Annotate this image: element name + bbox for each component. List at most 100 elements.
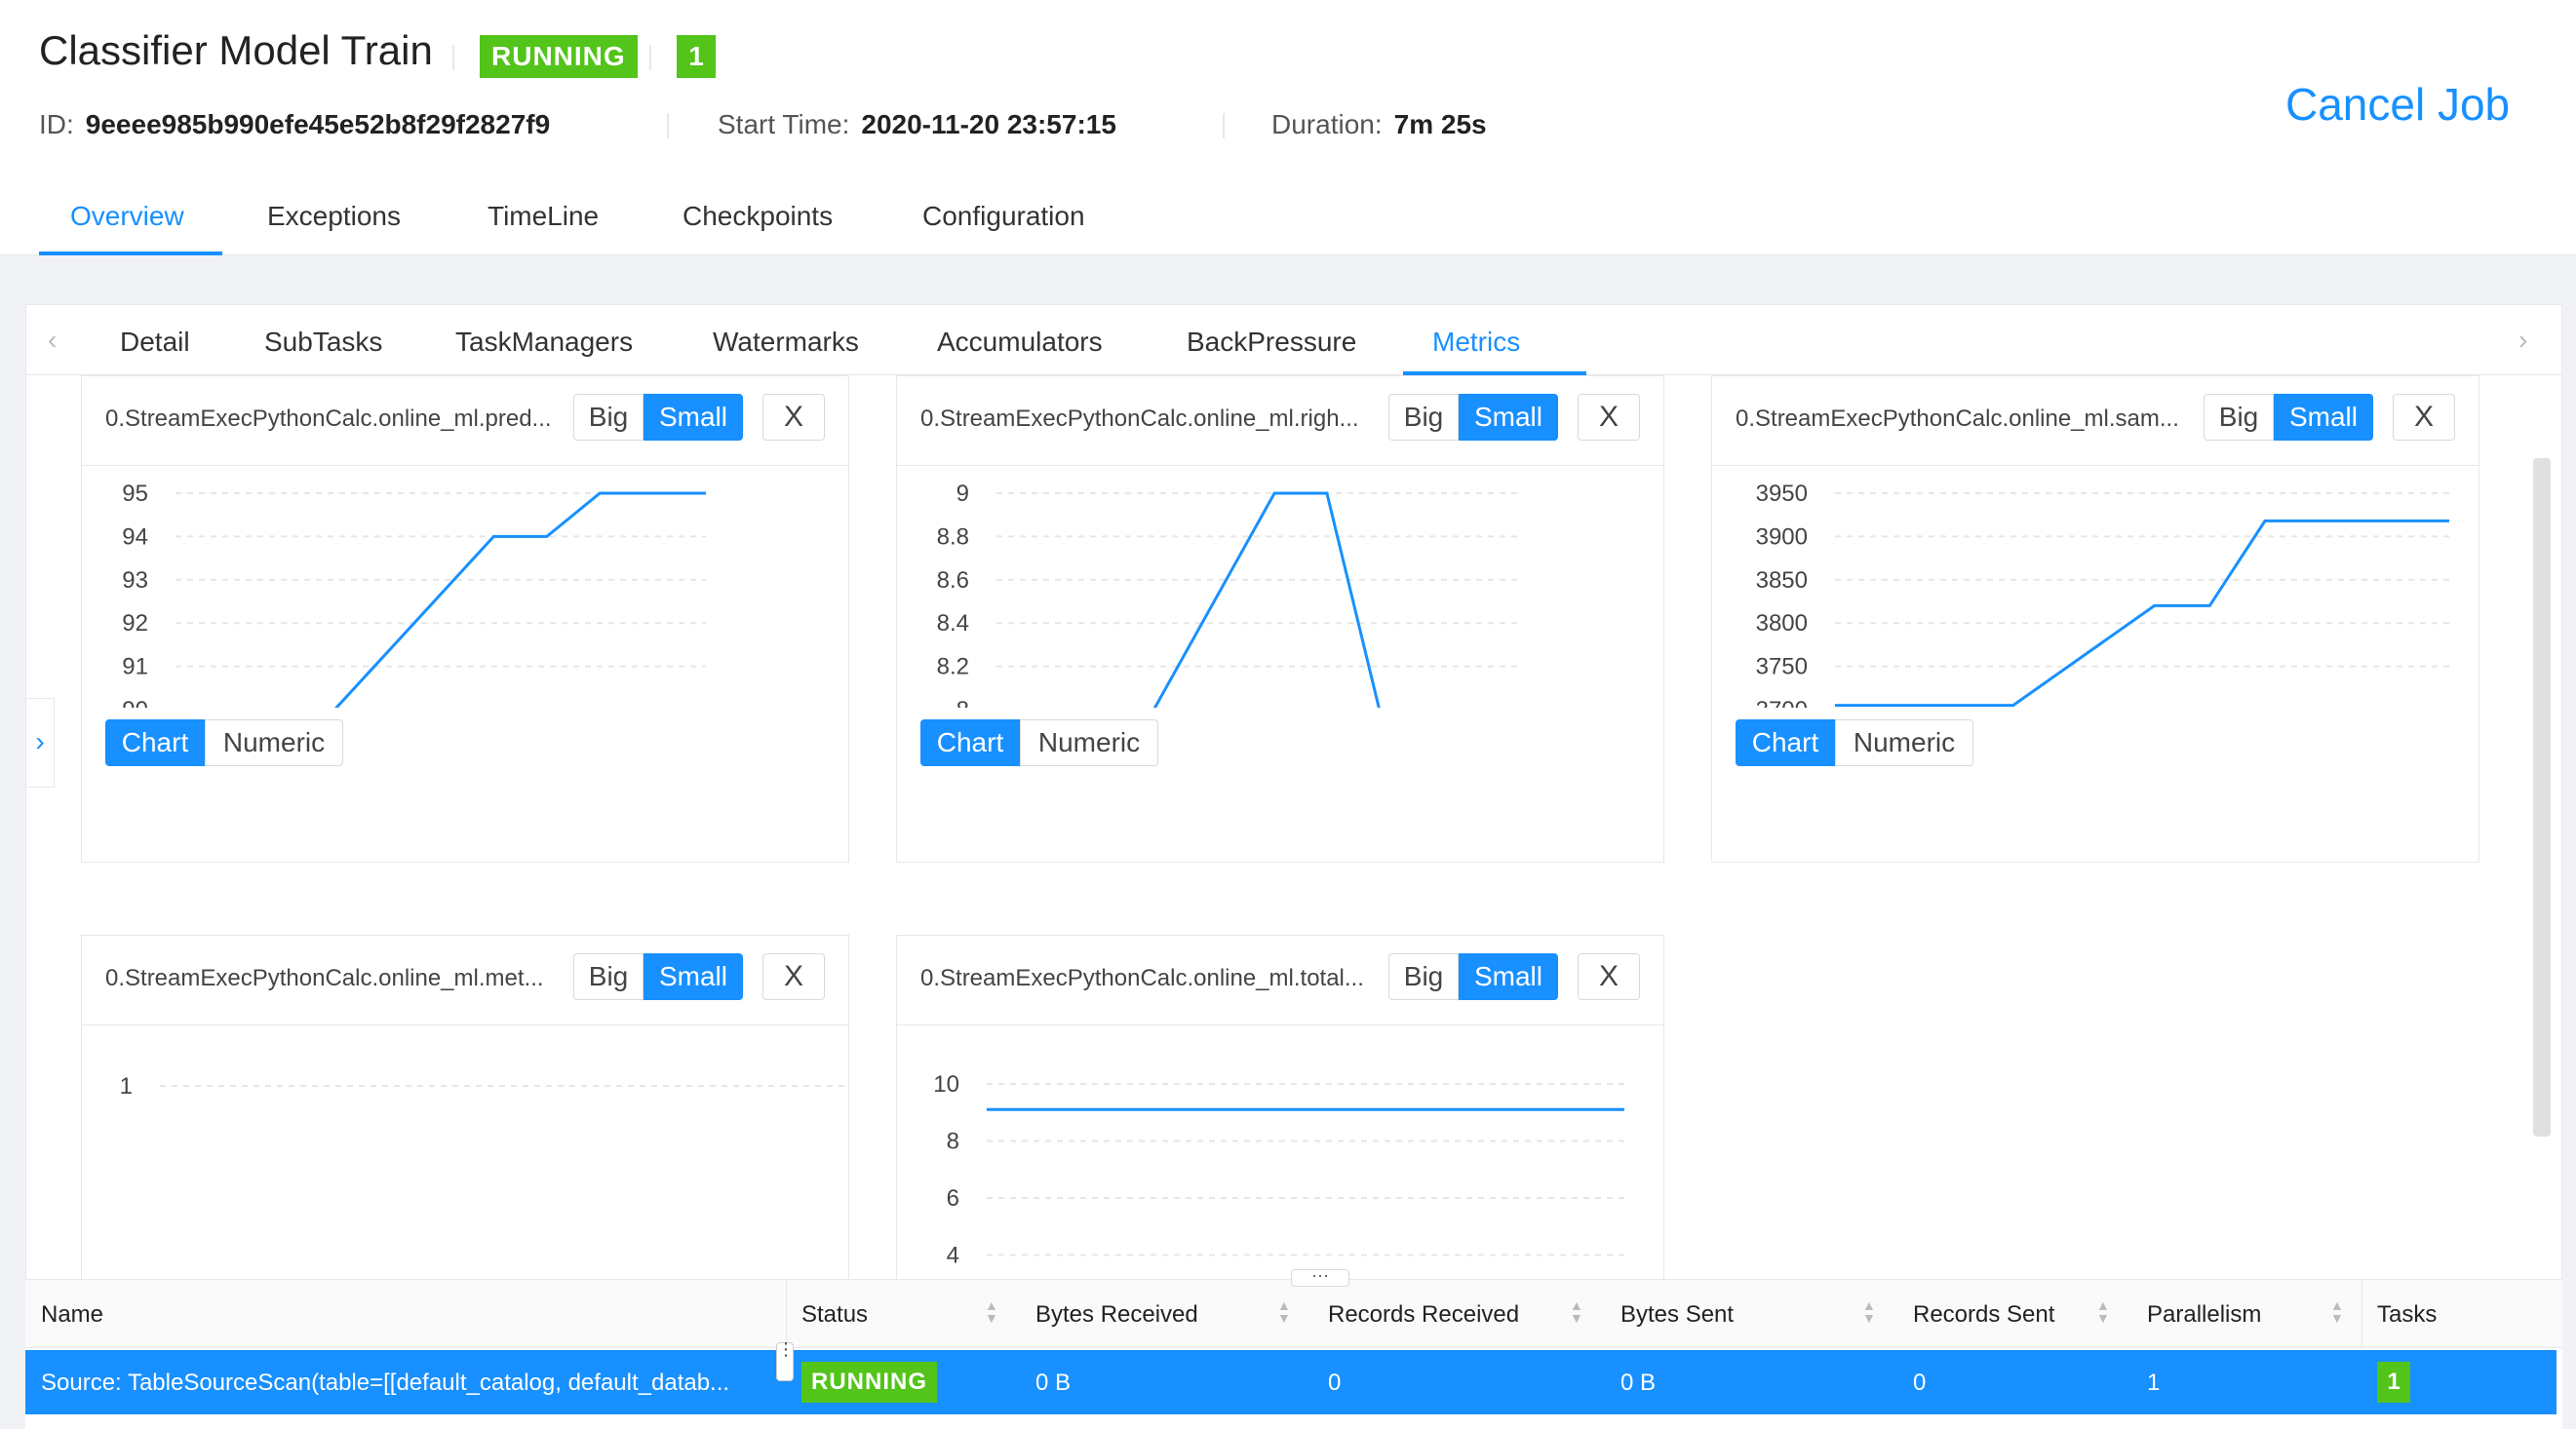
metric-card-header: 0.StreamExecPythonCalc.online_ml.pred...… — [82, 376, 848, 466]
column-header-tasks[interactable]: Tasks — [2377, 1301, 2437, 1329]
column-header-records-received[interactable]: Records Received — [1328, 1301, 1519, 1329]
close-icon[interactable]: X — [762, 394, 825, 441]
subtab-detail[interactable]: Detail — [120, 327, 190, 358]
metric-name: 0.StreamExecPythonCalc.online_ml.met... — [105, 965, 544, 991]
subtab-metrics[interactable]: Metrics — [1432, 327, 1520, 358]
y-tick-label: 8.6 — [937, 567, 969, 594]
chart-view-button[interactable]: Chart — [920, 719, 1020, 766]
big-button[interactable]: Big — [573, 953, 644, 1000]
sort-icon[interactable]: ▲ ▼ — [2330, 1298, 2344, 1325]
tab-configuration[interactable]: Configuration — [922, 201, 1085, 232]
job-start-time: Start Time: 2020-11-20 23:57:15 — [718, 109, 1116, 140]
tab-overview[interactable]: Overview — [70, 201, 184, 232]
y-tick-label: 8.8 — [937, 523, 969, 550]
chart-view-button[interactable]: Chart — [1736, 719, 1835, 766]
subtab-backpressure[interactable]: BackPressure — [1187, 327, 1356, 358]
metric-chart: 1 — [120, 1073, 846, 1100]
metric-card-header: 0.StreamExecPythonCalc.online_ml.sam... … — [1712, 376, 2478, 466]
small-button[interactable]: Small — [644, 394, 743, 441]
metric-card-header: 0.StreamExecPythonCalc.online_ml.total..… — [897, 936, 1663, 1025]
column-header-name[interactable]: Name — [41, 1301, 103, 1329]
divider — [452, 45, 454, 70]
y-tick-label: 3900 — [1756, 523, 1808, 550]
sort-icon[interactable]: ▲ ▼ — [1862, 1298, 1876, 1325]
column-header-records-sent[interactable]: Records Sent — [1913, 1301, 2054, 1329]
numeric-view-button[interactable]: Numeric — [205, 719, 343, 766]
tasks-badge: 1 — [2377, 1362, 2410, 1403]
sort-icon[interactable]: ▲ ▼ — [985, 1298, 998, 1325]
tab-timeline[interactable]: TimeLine — [488, 201, 599, 232]
big-button[interactable]: Big — [573, 394, 644, 441]
chevron-right-icon[interactable]: › — [25, 698, 55, 788]
bytes-sent-value: 0 B — [1620, 1370, 1657, 1396]
y-tick-label: 6 — [947, 1185, 959, 1212]
y-tick-label: 94 — [122, 523, 148, 550]
tab-checkpoints[interactable]: Checkpoints — [683, 201, 833, 232]
sort-icon[interactable]: ▲ ▼ — [1277, 1298, 1291, 1325]
column-header-parallelism[interactable]: Parallelism — [2147, 1301, 2261, 1329]
y-tick-label: 3700 — [1756, 697, 1808, 708]
tab-active-indicator — [39, 251, 222, 255]
subtab-watermarks[interactable]: Watermarks — [713, 327, 859, 358]
y-tick-label: 4 — [947, 1243, 959, 1269]
numeric-view-button[interactable]: Numeric — [1020, 719, 1158, 766]
job-id-label: ID: — [39, 109, 74, 139]
y-tick-label: 8 — [956, 697, 969, 708]
panel-resize-handle[interactable]: ··· — [1291, 1266, 1349, 1287]
job-duration: Duration: 7m 25s — [1271, 109, 1487, 140]
tab-exceptions[interactable]: Exceptions — [267, 201, 401, 232]
y-tick-label: 90 — [122, 697, 148, 708]
cancel-job-button[interactable]: Cancel Job — [2285, 78, 2510, 131]
big-button[interactable]: Big — [1388, 394, 1459, 441]
numeric-view-button[interactable]: Numeric — [1835, 719, 1973, 766]
task-count-badge: 1 — [677, 35, 716, 78]
chart-view-button[interactable]: Chart — [105, 719, 205, 766]
sort-icon[interactable]: ▲ ▼ — [1570, 1298, 1583, 1325]
metric-chart: 98.88.68.48.2800:04:2000:04:31 — [937, 481, 1521, 708]
column-header-bytes-received[interactable]: Bytes Received — [1035, 1301, 1198, 1329]
column-header-bytes-sent[interactable]: Bytes Sent — [1620, 1301, 1734, 1329]
small-button[interactable]: Small — [1459, 394, 1558, 441]
table-header: Name Status ▲ ▼ Bytes Received ▲ ▼ Records… — [25, 1280, 2562, 1348]
y-tick-label: 92 — [122, 610, 148, 637]
duration-label: Duration: — [1271, 109, 1383, 139]
subtab-subtasks[interactable]: SubTasks — [264, 327, 382, 358]
subtab-accumulators[interactable]: Accumulators — [937, 327, 1103, 358]
job-id: ID: 9eeee985b990efe45e52b8f29f2827f9 — [39, 109, 550, 140]
big-button[interactable]: Big — [2204, 394, 2274, 441]
job-header: Classifier Model Train RUNNING 1 ID: 9eee… — [0, 0, 2576, 255]
subtab-taskmanagers[interactable]: TaskManagers — [455, 327, 633, 358]
column-resize-handle[interactable]: ⋮ — [776, 1340, 795, 1381]
series-line — [1152, 491, 1381, 708]
metric-name: 0.StreamExecPythonCalc.online_ml.righ... — [920, 406, 1359, 432]
chevron-left-icon[interactable]: ‹ — [48, 325, 57, 356]
y-tick-label: 3750 — [1756, 654, 1808, 680]
small-button[interactable]: Small — [644, 953, 743, 1000]
divider — [649, 45, 651, 70]
big-button[interactable]: Big — [1388, 953, 1459, 1000]
metric-card-header: 0.StreamExecPythonCalc.online_ml.righ...… — [897, 376, 1663, 466]
metric-card-header: 0.StreamExecPythonCalc.online_ml.met... … — [82, 936, 848, 1025]
job-title: Classifier Model Train — [39, 27, 433, 73]
small-button[interactable]: Small — [2274, 394, 2373, 441]
column-header-status[interactable]: Status — [801, 1301, 868, 1329]
start-time-label: Start Time: — [718, 109, 850, 139]
metric-name: 0.StreamExecPythonCalc.online_ml.total..… — [920, 965, 1364, 991]
series-line — [1835, 519, 2449, 708]
close-icon[interactable]: X — [1578, 394, 1640, 441]
y-tick-label: 3950 — [1756, 481, 1808, 507]
small-button[interactable]: Small — [1459, 953, 1558, 1000]
close-icon[interactable]: X — [1578, 953, 1640, 1000]
close-icon[interactable]: X — [762, 953, 825, 1000]
chevron-right-icon[interactable]: › — [2518, 325, 2527, 356]
sort-icon[interactable]: ▲ ▼ — [2096, 1298, 2110, 1325]
scrollbar[interactable] — [2533, 458, 2551, 1137]
metric-name: 0.StreamExecPythonCalc.online_ml.sam... — [1736, 406, 2179, 432]
y-tick-label: 3850 — [1756, 567, 1808, 594]
close-icon[interactable]: X — [2393, 394, 2455, 441]
y-tick-label: 91 — [122, 654, 148, 680]
y-tick-label: 3800 — [1756, 610, 1808, 637]
table-row[interactable]: Source: TableSourceScan(table=[[default_… — [25, 1350, 2556, 1414]
records-sent-value: 0 — [1913, 1370, 1927, 1396]
vertex-table: Name Status ▲ ▼ Bytes Received ▲ ▼ Records… — [25, 1279, 2562, 1429]
